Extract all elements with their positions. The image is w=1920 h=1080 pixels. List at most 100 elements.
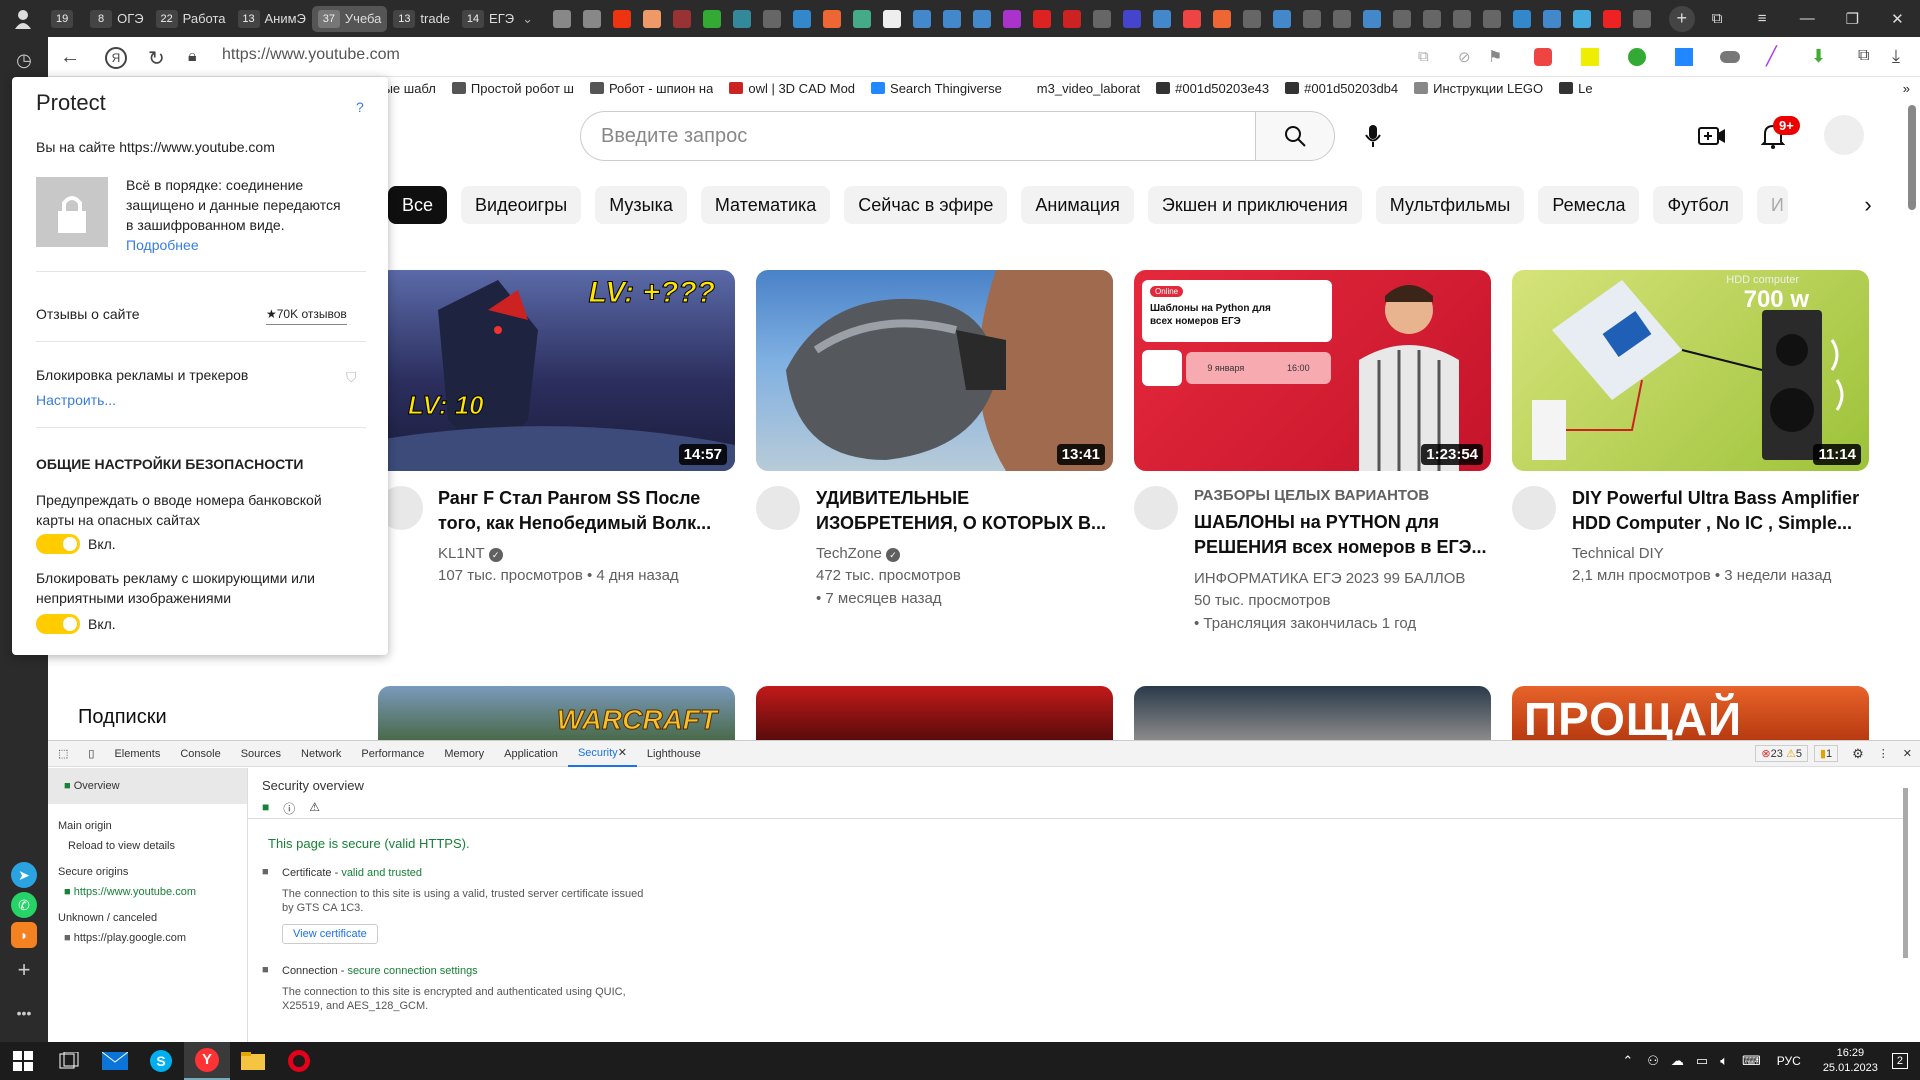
tab-favicon[interactable] <box>793 9 812 28</box>
bookmark-item[interactable]: Search Thingiverse <box>871 81 1002 96</box>
devtools-tab[interactable]: Lighthouse <box>637 741 711 767</box>
tab-group-ucheba[interactable]: 37 Учеба <box>311 5 388 32</box>
tab-group-1[interactable]: 19 <box>45 6 84 32</box>
chevron-up-icon[interactable]: ⌃ <box>1622 1053 1633 1069</box>
tab-favicon[interactable] <box>913 9 932 28</box>
category-chip[interactable]: Видеоигры <box>461 186 582 224</box>
channel-name[interactable]: Technical DIY <box>1572 543 1664 565</box>
extensions-icon[interactable]: ⧉ <box>1858 47 1869 65</box>
network-icon[interactable]: ▭ <box>1696 1053 1708 1069</box>
video-title[interactable]: ШАБЛОНЫ на PYTHON для РЕШЕНИЯ всех номеро… <box>1194 510 1487 560</box>
extension-icon[interactable] <box>1628 48 1646 66</box>
channel-name[interactable]: ИНФОРМАТИКА ЕГЭ 2023 99 БАЛЛОВ <box>1194 568 1465 590</box>
video-thumbnail[interactable]: 13:41 <box>756 270 1113 471</box>
tab-favicon[interactable] <box>1393 9 1412 28</box>
origin-item[interactable]: ■ https://play.google.com <box>48 928 247 948</box>
console-counts[interactable]: ⊗23 ⚠5 <box>1755 745 1808 762</box>
history-icon[interactable]: ◷ <box>11 47 37 73</box>
url-field[interactable]: https://www.youtube.com <box>222 46 400 64</box>
kebab-menu-icon[interactable]: ⋮ <box>1878 747 1889 760</box>
yandex-browser-icon[interactable]: Y <box>184 1042 230 1080</box>
category-chip[interactable]: Математика <box>700 186 831 224</box>
reload-button[interactable]: ↻ <box>148 46 165 71</box>
bookmark-item[interactable]: Робот - шпион на <box>589 81 713 96</box>
view-certificate-button[interactable]: View certificate <box>282 924 378 944</box>
lock-icon[interactable]: 🔒︎ <box>188 48 197 66</box>
more-link[interactable]: Подробнее <box>126 235 199 255</box>
reviews-link[interactable]: ★70K отзывов <box>266 304 347 325</box>
tab-group-rabota[interactable]: 22 Работа <box>150 6 232 32</box>
category-chip[interactable]: Все <box>388 186 448 224</box>
reader-icon[interactable]: ⊘ <box>1458 48 1471 66</box>
category-chip[interactable]: Мультфильмы <box>1375 186 1525 224</box>
video-thumbnail[interactable] <box>1134 686 1491 740</box>
close-tab-icon[interactable]: ✕ <box>618 746 627 759</box>
tray-icon[interactable]: ☁ <box>1671 1053 1684 1069</box>
channel-avatar[interactable] <box>1512 486 1556 530</box>
bookmark-item[interactable]: Le <box>1559 81 1593 96</box>
downloads-icon[interactable]: ⤓ <box>1892 46 1900 67</box>
channel-avatar[interactable] <box>756 486 800 530</box>
telegram-icon[interactable]: ➤ <box>11 862 37 888</box>
chevron-right-icon[interactable]: › <box>1850 186 1886 224</box>
overview-item[interactable]: ■ Overview <box>48 768 247 804</box>
tab-favicon[interactable] <box>1033 9 1052 28</box>
tab-favicon[interactable] <box>943 9 962 28</box>
new-tab-button[interactable]: + <box>1669 5 1695 32</box>
tab-favicon[interactable] <box>1543 9 1562 28</box>
bookmark-item[interactable]: owl | 3D CAD Mod <box>729 81 855 96</box>
maximize-button[interactable]: ❐ <box>1830 10 1875 28</box>
tab-favicon[interactable] <box>853 9 872 28</box>
video-thumbnail[interactable]: WARCRAFT <box>378 686 735 740</box>
origin-item[interactable]: ■ https://www.youtube.com <box>48 882 247 902</box>
tab-group-oge[interactable]: 8 ОГЭ <box>84 6 150 32</box>
mail-icon[interactable] <box>92 1042 138 1080</box>
opera-icon[interactable] <box>276 1042 322 1080</box>
yandex-icon[interactable]: Я <box>105 47 127 69</box>
close-window-button[interactable]: ✕ <box>1875 10 1920 28</box>
card-warning-toggle[interactable] <box>36 534 80 554</box>
tab-favicon[interactable] <box>1333 9 1352 28</box>
clock[interactable]: 16:29 25.01.2023 <box>1823 1046 1878 1076</box>
tab-favicon[interactable] <box>1153 9 1172 28</box>
category-chip[interactable]: Футбол <box>1653 186 1743 224</box>
tab-favicon[interactable] <box>1453 9 1472 28</box>
tab-group-trade[interactable]: 13 trade <box>387 6 456 32</box>
tab-favicon[interactable] <box>703 9 722 28</box>
tab-favicon[interactable] <box>1093 9 1112 28</box>
video-title[interactable]: УДИВИТЕЛЬНЫЕ ИЗОБРЕТЕНИЯ, О КОТОРЫХ В... <box>816 486 1106 536</box>
add-panel-icon[interactable]: + <box>11 957 37 983</box>
tab-favicon[interactable] <box>1183 9 1202 28</box>
tab-favicon[interactable] <box>1243 9 1262 28</box>
extension-icon[interactable]: ╱ <box>1766 46 1777 67</box>
video-thumbnail[interactable]: LV: +??? LV: 10 14:57 <box>378 270 735 471</box>
devtools-tab[interactable]: Console <box>170 741 230 767</box>
video-thumbnail[interactable]: Online Шаблоны на Python для всех номеро… <box>1134 270 1491 471</box>
video-title[interactable]: Ранг F Стал Рангом SS После того, как Неп… <box>438 486 711 536</box>
category-chip[interactable]: И <box>1756 186 1788 224</box>
devtools-tab[interactable]: Performance <box>351 741 434 767</box>
tab-favicon[interactable] <box>643 9 662 28</box>
extension-icon[interactable] <box>1581 48 1599 66</box>
notification-center[interactable]: 2 <box>1891 1053 1908 1069</box>
tab-favicon[interactable] <box>1303 9 1322 28</box>
tab-favicon[interactable] <box>1483 9 1502 28</box>
bookmark-item[interactable]: m3_video_laborat <box>1017 81 1140 96</box>
tab-favicon[interactable] <box>553 9 572 28</box>
close-icon[interactable]: ✕ <box>1903 747 1912 760</box>
tab-favicon[interactable] <box>1633 9 1652 28</box>
tab-favicon[interactable] <box>1603 9 1622 28</box>
devtools-tab[interactable]: Sources <box>231 741 291 767</box>
devtools-tab[interactable]: Application <box>494 741 568 767</box>
subscriptions-heading[interactable]: Подписки <box>78 706 167 729</box>
start-button[interactable] <box>0 1042 46 1080</box>
extension-icon[interactable] <box>1534 48 1552 66</box>
tab-favicon[interactable] <box>1123 9 1142 28</box>
inspect-icon[interactable]: ⬚ <box>48 741 78 767</box>
bookmark-item[interactable]: #001d50203db4 <box>1285 81 1398 96</box>
tab-favicon[interactable] <box>1423 9 1442 28</box>
tab-favicon[interactable] <box>1063 9 1082 28</box>
shocking-ads-toggle[interactable] <box>36 614 80 634</box>
tabs-menu-icon[interactable]: ⧉ <box>1695 10 1740 27</box>
search-button[interactable] <box>1255 111 1335 161</box>
